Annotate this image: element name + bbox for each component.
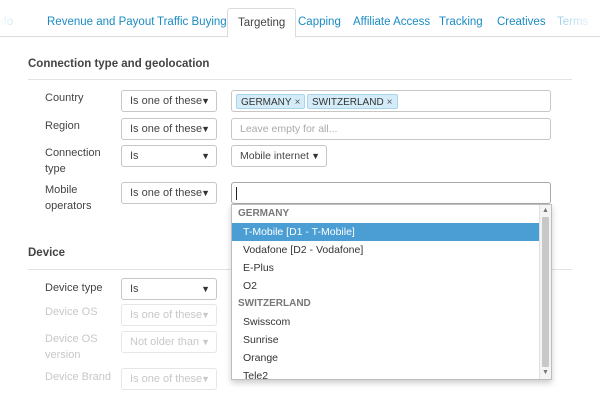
chevron-down-icon: ▼: [201, 96, 210, 106]
mobile-operators-label-line1: Mobile: [45, 184, 78, 196]
connection-type-label-line1: Connection: [45, 147, 101, 159]
remove-chip-icon[interactable]: ×: [387, 97, 393, 108]
region-operator-select[interactable]: Is one of these ▼: [121, 118, 217, 140]
mobile-operators-label-line2: operators: [45, 200, 92, 212]
tab-targeting[interactable]: Targeting: [227, 8, 297, 38]
region-placeholder: Leave empty for all...: [240, 123, 338, 135]
tab-tracking[interactable]: Tracking: [439, 0, 483, 37]
country-operator-value: Is one of these: [130, 95, 203, 107]
device-type-operator-value: Is: [130, 283, 139, 295]
scrollbar-thumb[interactable]: [542, 217, 549, 367]
chevron-down-icon: ▼: [201, 284, 210, 294]
tab-traffic-buying[interactable]: Traffic Buying: [157, 0, 227, 37]
country-chip-label: GERMANY: [241, 97, 292, 108]
connection-type-value: Mobile internet: [240, 150, 309, 162]
dropdown-option[interactable]: Sunrise: [232, 331, 540, 349]
connection-type-label: Connection type: [45, 145, 101, 177]
dropdown-option[interactable]: O2: [232, 277, 540, 295]
device-os-version-label: Device OS version: [45, 331, 98, 363]
chevron-down-icon: ▼: [311, 151, 320, 161]
device-brand-operator-value: Is one of these: [130, 373, 203, 385]
region-input[interactable]: Leave empty for all...: [231, 118, 551, 140]
tab-revenue-and-payout[interactable]: Revenue and Payout: [47, 0, 154, 37]
country-operator-select[interactable]: Is one of these ▼: [121, 90, 217, 112]
device-os-operator-select[interactable]: Is one of these ▼: [121, 304, 217, 326]
scroll-down-icon[interactable]: ▼: [540, 368, 551, 378]
chevron-down-icon: ▼: [201, 374, 210, 384]
chevron-down-icon: ▼: [201, 124, 210, 134]
tab-affiliate-access[interactable]: Affiliate Access: [353, 0, 430, 37]
device-os-operator-value: Is one of these: [130, 309, 203, 321]
device-os-version-operator-select[interactable]: Not older than ▼: [121, 331, 217, 353]
section-title-device: Device: [28, 247, 66, 259]
region-label: Region: [45, 120, 80, 132]
dropdown-option[interactable]: Swisscom: [232, 313, 540, 331]
dropdown-option[interactable]: Vodafone [D2 - Vodafone]: [232, 241, 540, 259]
section-title-connection: Connection type and geolocation: [28, 58, 210, 70]
mobile-operators-label: Mobile operators: [45, 182, 91, 214]
connection-type-label-line2: type: [45, 163, 66, 175]
tab-creatives[interactable]: Creatives: [497, 0, 546, 37]
tab-info[interactable]: Info: [0, 0, 13, 37]
country-chip: SWITZERLAND ×: [307, 94, 398, 109]
chevron-down-icon: ▼: [201, 310, 210, 320]
dropdown-option[interactable]: E-Plus: [232, 259, 540, 277]
device-os-version-operator-value: Not older than: [130, 336, 200, 348]
mobile-operators-search-input[interactable]: [231, 182, 551, 204]
device-os-version-label-line1: Device OS: [45, 333, 98, 345]
device-type-label: Device type: [45, 282, 103, 294]
dropdown-list: GERMANY T-Mobile [D1 - T-Mobile] Vodafon…: [232, 205, 540, 379]
device-brand-operator-select[interactable]: Is one of these ▼: [121, 368, 217, 390]
dropdown-option[interactable]: T-Mobile [D1 - T-Mobile]: [232, 223, 540, 241]
device-os-version-label-line2: version: [45, 349, 81, 361]
dropdown-option[interactable]: Tele2: [232, 367, 540, 379]
section-divider: [28, 79, 572, 80]
scroll-up-icon[interactable]: ▲: [540, 206, 551, 216]
connection-type-value-select[interactable]: Mobile internet ▼: [231, 145, 327, 167]
dropdown-option[interactable]: Orange: [232, 349, 540, 367]
dropdown-group-germany: GERMANY: [238, 208, 290, 219]
country-label: Country: [45, 92, 84, 104]
device-os-label: Device OS: [45, 306, 98, 318]
country-chip-label: SWITZERLAND: [312, 97, 384, 108]
remove-chip-icon[interactable]: ×: [295, 97, 301, 108]
connection-type-operator-select[interactable]: Is ▼: [121, 145, 217, 167]
tab-bar: Info Revenue and Payout Traffic Buying T…: [0, 0, 600, 38]
chevron-down-icon: ▼: [201, 151, 210, 161]
chevron-down-icon: ▼: [201, 337, 210, 347]
connection-type-operator-value: Is: [130, 150, 139, 162]
country-chip: GERMANY ×: [236, 94, 306, 109]
country-values-field[interactable]: GERMANY × SWITZERLAND ×: [231, 90, 551, 112]
tab-capping[interactable]: Capping: [298, 0, 341, 37]
chevron-down-icon: ▼: [201, 188, 210, 198]
region-operator-value: Is one of these: [130, 123, 203, 135]
device-type-operator-select[interactable]: Is ▼: [121, 278, 217, 300]
text-cursor: [236, 187, 237, 200]
dropdown-scrollbar[interactable]: ▲ ▼: [539, 205, 551, 379]
device-brand-label: Device Brand: [45, 371, 112, 383]
mobile-operators-operator-value: Is one of these: [130, 187, 203, 199]
tab-terms[interactable]: Terms: [557, 0, 588, 37]
mobile-operators-operator-select[interactable]: Is one of these ▼: [121, 182, 217, 204]
mobile-operators-dropdown: GERMANY T-Mobile [D1 - T-Mobile] Vodafon…: [231, 204, 552, 380]
dropdown-group-switzerland: SWITZERLAND: [238, 298, 311, 309]
